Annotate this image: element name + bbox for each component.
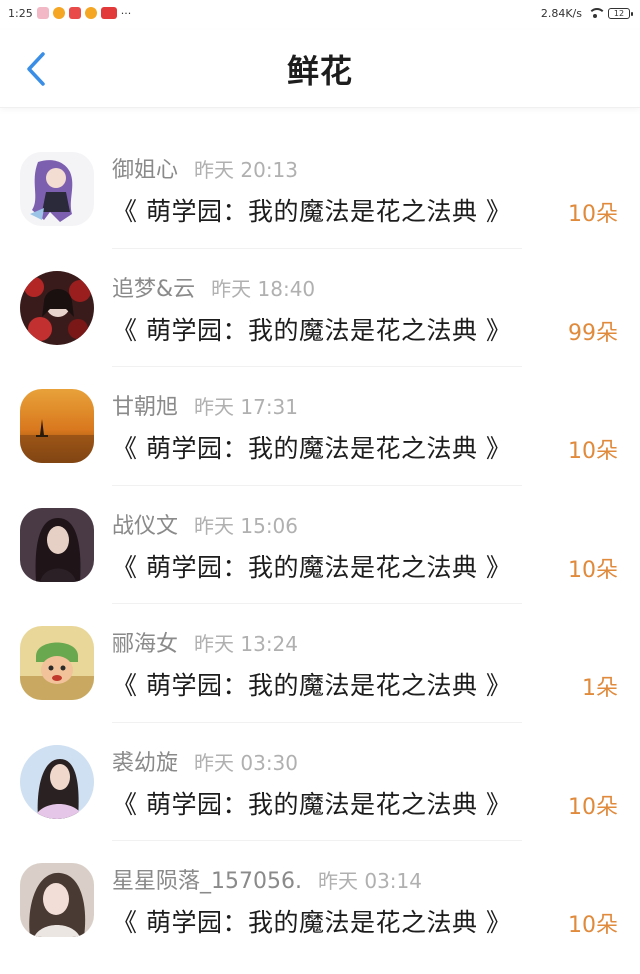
list-item[interactable]: 裘幼旋 昨天 03:30 《 萌学园：我的魔法是花之法典 》 10朵 — [0, 723, 640, 841]
book-title[interactable]: 《 萌学园：我的魔法是花之法典 》 — [112, 311, 511, 347]
list-item[interactable]: 甘朝旭 昨天 17:31 《 萌学园：我的魔法是花之法典 》 10朵 — [0, 367, 640, 486]
sender-name[interactable]: 甘朝旭 — [112, 389, 178, 421]
weibo-notification-icon — [84, 7, 97, 19]
list-item[interactable]: 战仪文 昨天 15:06 《 萌学园：我的魔法是花之法典 》 10朵 — [0, 486, 640, 604]
battery-icon: 12 — [608, 7, 633, 19]
back-button[interactable] — [16, 44, 56, 94]
status-left: 1:25 ··· — [8, 7, 131, 20]
record-meta: 星星陨落_157056. 昨天 03:14 — [112, 863, 422, 895]
sender-name[interactable]: 裘幼旋 — [112, 745, 178, 777]
flower-amount: 10朵 — [568, 439, 618, 464]
book-title[interactable]: 《 萌学园：我的魔法是花之法典 》 — [112, 666, 511, 702]
network-speed: 2.84K/s — [540, 6, 582, 20]
record-meta: 战仪文 昨天 15:06 — [112, 508, 298, 540]
avatar[interactable] — [20, 863, 94, 937]
sender-name[interactable]: 战仪文 — [112, 508, 178, 540]
status-bar: 1:25 ··· 2.84K/s 12 — [0, 0, 640, 26]
avatar[interactable] — [20, 626, 94, 700]
wifi-icon — [588, 8, 606, 18]
record-time: 昨天 17:31 — [194, 395, 299, 419]
flower-amount: 10朵 — [568, 794, 618, 820]
record-time: 昨天 03:14 — [317, 869, 422, 893]
sender-name[interactable]: 御姐心 — [112, 152, 178, 184]
sender-name[interactable]: 星星陨落_157056. — [112, 863, 302, 895]
record-meta: 追梦&云 昨天 18:40 — [112, 271, 315, 303]
avatar-image — [20, 744, 94, 819]
page-title: 鲜花 — [286, 51, 353, 90]
app-notification-icon — [68, 7, 81, 19]
avatar[interactable] — [20, 389, 94, 463]
flower-amount: 10朵 — [568, 913, 618, 938]
app-notification-icon — [36, 7, 49, 19]
chevron-left-icon — [27, 52, 45, 86]
flower-amount: 10朵 — [568, 202, 618, 227]
book-title[interactable]: 《 萌学园：我的魔法是花之法典 》 — [112, 192, 511, 228]
list-item[interactable]: 御姐心 昨天 20:13 《 萌学园：我的魔法是花之法典 》 10朵 — [0, 130, 640, 249]
avatar[interactable] — [20, 507, 94, 582]
avatar-image — [20, 863, 94, 937]
avatar-image — [20, 507, 94, 582]
record-meta: 郦海女 昨天 13:24 — [112, 626, 298, 658]
flower-record-list: 御姐心 昨天 20:13 《 萌学园：我的魔法是花之法典 》 10朵 追梦&云 … — [0, 130, 640, 960]
record-meta: 御姐心 昨天 20:13 — [112, 152, 298, 184]
avatar[interactable] — [20, 744, 94, 819]
app-notification-icon — [100, 7, 117, 19]
sender-name[interactable]: 追梦&云 — [112, 271, 195, 303]
header-bar: 鲜花 — [0, 30, 640, 108]
record-time: 昨天 20:13 — [194, 158, 299, 182]
avatar-image — [20, 389, 94, 463]
sender-name[interactable]: 郦海女 — [112, 626, 178, 658]
record-time: 昨天 18:40 — [211, 276, 316, 301]
status-time: 1:25 — [8, 6, 33, 20]
book-title[interactable]: 《 萌学园：我的魔法是花之法典 》 — [112, 429, 511, 465]
avatar[interactable] — [20, 152, 94, 226]
flower-amount: 10朵 — [568, 557, 618, 583]
list-item[interactable]: 追梦&云 昨天 18:40 《 萌学园：我的魔法是花之法典 》 99朵 — [0, 249, 640, 367]
weibo-notification-icon — [52, 7, 65, 19]
record-time: 昨天 13:24 — [194, 632, 299, 656]
flower-amount: 99朵 — [568, 320, 618, 346]
battery-level: 12 — [613, 8, 625, 18]
book-title[interactable]: 《 萌学园：我的魔法是花之法典 》 — [112, 785, 511, 821]
book-title[interactable]: 《 萌学园：我的魔法是花之法典 》 — [112, 903, 511, 939]
book-title[interactable]: 《 萌学园：我的魔法是花之法典 》 — [112, 548, 511, 584]
list-item[interactable]: 星星陨落_157056. 昨天 03:14 《 萌学园：我的魔法是花之法典 》 … — [0, 841, 640, 960]
record-meta: 甘朝旭 昨天 17:31 — [112, 389, 298, 421]
record-time: 昨天 03:30 — [194, 750, 299, 775]
status-right: 2.84K/s 12 — [540, 6, 633, 20]
avatar-image — [20, 152, 94, 226]
list-item[interactable]: 郦海女 昨天 13:24 《 萌学园：我的魔法是花之法典 》 1朵 — [0, 604, 640, 723]
more-notifications-icon: ··· — [120, 6, 132, 20]
avatar-image — [20, 626, 94, 700]
avatar-image — [20, 270, 94, 345]
avatar[interactable] — [20, 270, 94, 345]
record-time: 昨天 15:06 — [194, 513, 299, 538]
record-meta: 裘幼旋 昨天 03:30 — [112, 745, 298, 777]
flower-amount: 1朵 — [582, 676, 618, 701]
